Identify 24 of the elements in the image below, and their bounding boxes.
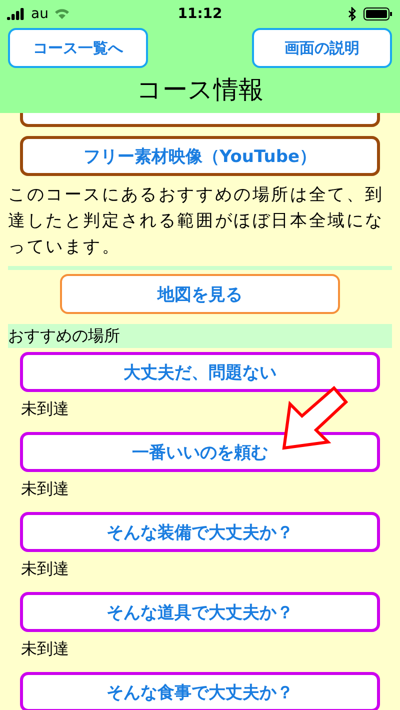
place-button[interactable]: 大丈夫だ、問題ない xyxy=(20,352,380,392)
course-description: このコースにあるおすすめの場所は全て、到達したと判定される範囲がほぼ日本全域になっています。 xyxy=(8,184,385,259)
pointer-arrow xyxy=(282,386,350,452)
map-button[interactable]: 地図を見る xyxy=(60,274,340,314)
place-status: 未到達 xyxy=(21,398,70,420)
page-title: コース情報 xyxy=(136,74,264,106)
help-button[interactable]: 画面の説明 xyxy=(252,28,392,68)
link-button[interactable]: フリー素材映像（YouTube） xyxy=(20,136,380,176)
signal-icon xyxy=(7,8,25,20)
place-button[interactable]: そんな食事で大丈夫か？ xyxy=(20,672,380,710)
section-heading: おすすめの場所 xyxy=(8,324,392,348)
place-button[interactable]: そんな装備で大丈夫か？ xyxy=(20,512,380,552)
place-button[interactable]: そんな道具で大丈夫か？ xyxy=(20,592,380,632)
back-button[interactable]: コース一覧へ xyxy=(8,28,148,68)
place-status: 未到達 xyxy=(21,478,70,500)
place-status: 未到達 xyxy=(21,558,70,580)
place-button[interactable]: 一番いいのを頼む xyxy=(20,432,380,472)
battery-icon xyxy=(363,7,394,21)
place-status: 未到達 xyxy=(21,638,70,660)
link-button[interactable] xyxy=(20,113,380,127)
bluetooth-icon xyxy=(348,7,358,21)
carrier-name: au xyxy=(31,6,48,22)
status-time: 11:12 xyxy=(178,6,222,22)
wifi-icon xyxy=(54,8,70,20)
